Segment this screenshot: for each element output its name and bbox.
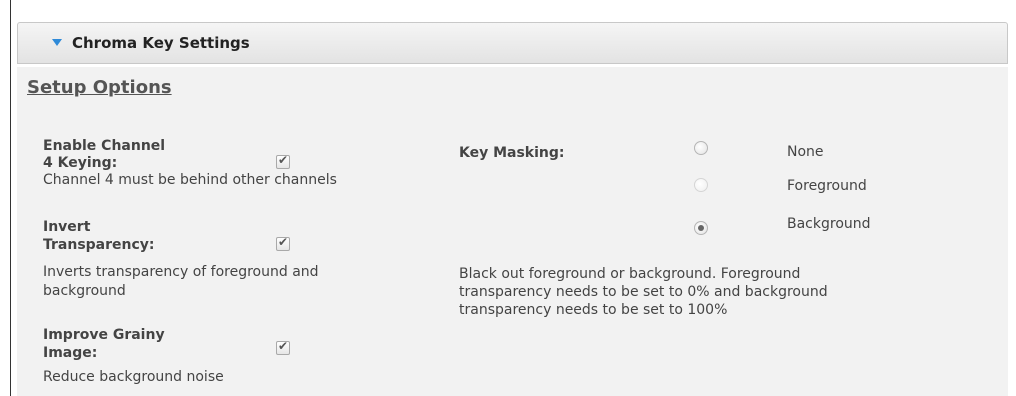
collapse-arrow-icon[interactable] bbox=[52, 39, 62, 46]
key-masking-description-line2: transparency needs to be set to 0% and b… bbox=[459, 284, 828, 300]
invert-transparency-label-line2: Transparency: bbox=[43, 237, 155, 253]
key-masking-option-none: None bbox=[787, 144, 824, 160]
key-masking-radio-foreground[interactable] bbox=[694, 178, 708, 192]
left-border-line bbox=[10, 0, 11, 396]
invert-transparency-description-line1: Inverts transparency of foreground and bbox=[43, 264, 319, 280]
enable-keying-description: Channel 4 must be behind other channels bbox=[43, 172, 337, 188]
key-masking-option-background: Background bbox=[787, 216, 871, 232]
key-masking-description-line3: transparency needs to be set to 100% bbox=[459, 302, 728, 318]
improve-grainy-description: Reduce background noise bbox=[43, 369, 224, 385]
section-header[interactable]: Chroma Key Settings bbox=[17, 22, 1008, 64]
improve-grainy-checkbox[interactable] bbox=[276, 339, 290, 355]
key-masking-label: Key Masking: bbox=[459, 145, 565, 161]
enable-keying-label-line1: Enable Channel bbox=[43, 138, 166, 154]
invert-transparency-checkbox[interactable] bbox=[276, 235, 290, 251]
invert-transparency-label-line1: Invert bbox=[43, 219, 91, 235]
setup-options-title: Setup Options bbox=[27, 77, 172, 98]
enable-keying-checkbox[interactable] bbox=[276, 153, 290, 169]
enable-keying-label-line2: 4 Keying: bbox=[43, 155, 118, 171]
key-masking-option-foreground: Foreground bbox=[787, 178, 867, 194]
key-masking-radio-background[interactable] bbox=[694, 221, 708, 235]
section-title: Chroma Key Settings bbox=[72, 34, 250, 52]
key-masking-radio-none[interactable] bbox=[694, 141, 708, 155]
improve-grainy-label-line2: Image: bbox=[43, 345, 98, 361]
improve-grainy-label-line1: Improve Grainy bbox=[43, 327, 165, 343]
invert-transparency-description-line2: background bbox=[43, 283, 126, 299]
key-masking-description-line1: Black out foreground or background. Fore… bbox=[459, 266, 801, 282]
